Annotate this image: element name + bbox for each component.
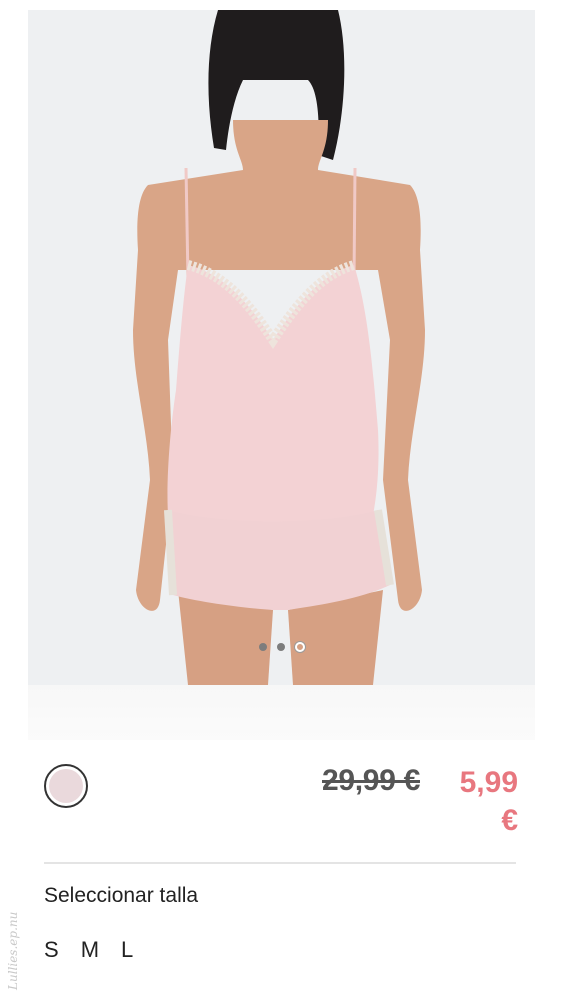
size-option-s[interactable]: S — [44, 937, 59, 963]
gallery-dot-active[interactable] — [294, 642, 305, 652]
size-option-m[interactable]: M — [81, 937, 99, 963]
image-footer-band — [28, 685, 535, 740]
sale-price: 5,99 € — [459, 766, 518, 837]
gallery-dot[interactable] — [258, 643, 267, 651]
product-image[interactable] — [28, 10, 535, 685]
section-divider — [44, 862, 516, 864]
color-swatch-button[interactable] — [44, 764, 88, 808]
color-swatch-fill — [49, 769, 83, 803]
watermark: Lullies.ep.nu — [6, 911, 20, 990]
gallery-pagination[interactable] — [28, 642, 535, 652]
size-option-l[interactable]: L — [121, 937, 133, 963]
size-selector-title: Seleccionar talla — [44, 884, 199, 907]
size-options: S M L — [44, 937, 133, 963]
original-price: 29,99 € — [322, 764, 420, 797]
model-illustration — [133, 10, 425, 685]
gallery-dot[interactable] — [276, 643, 285, 651]
